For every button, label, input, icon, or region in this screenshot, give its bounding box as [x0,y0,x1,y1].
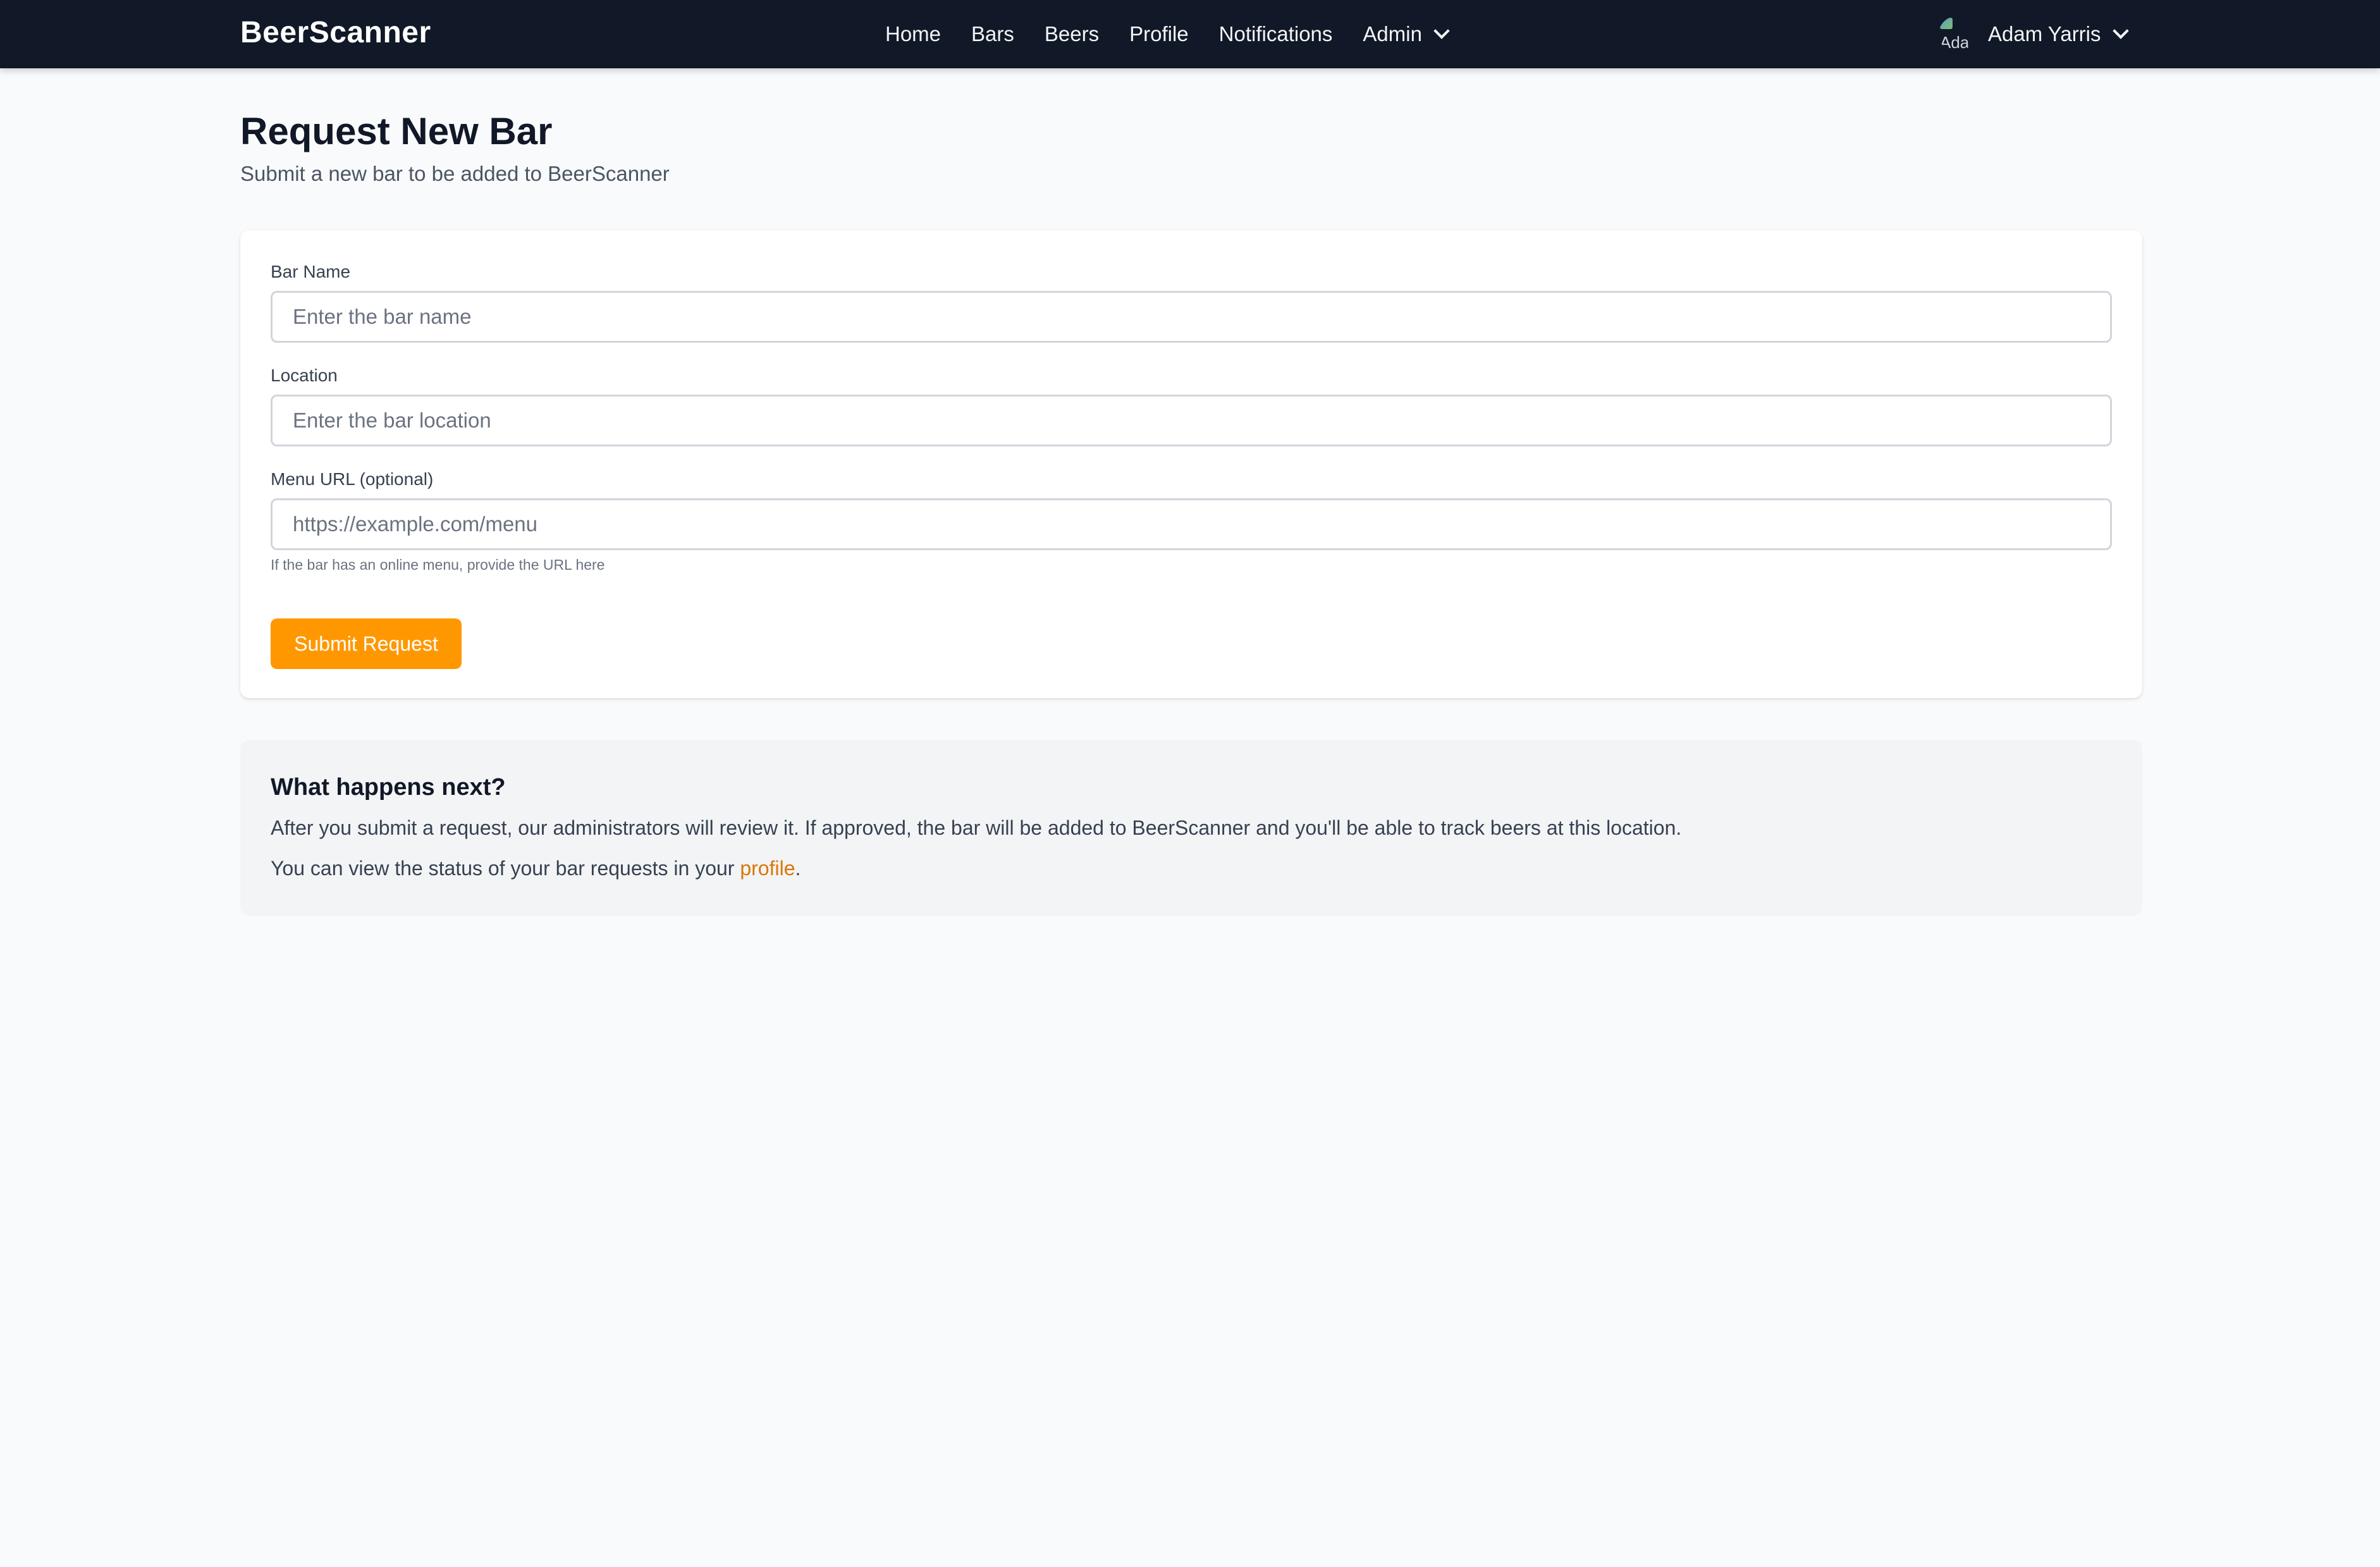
user-menu[interactable]: Ada Adam Yarris [1939,0,2129,68]
nav-admin-dropdown[interactable]: Admin [1363,0,1450,68]
info-paragraph-status: You can view the status of your bar requ… [271,855,800,882]
menu-url-help-text: If the bar has an online menu, provide t… [271,556,605,573]
nav-link-home[interactable]: Home [885,0,941,68]
info-title: What happens next? [271,774,506,801]
main-nav: Home Bars Beers Profile Notifications Ad… [885,0,1450,68]
what-happens-next-panel: What happens next? After you submit a re… [240,740,2142,916]
page-title: Request New Bar [240,110,553,152]
avatar: Ada [1939,16,1974,52]
info-status-period: . [795,857,801,880]
broken-image-icon [1940,18,1953,29]
top-navbar: BeerScanner Home Bars Beers Profile Noti… [0,0,2380,68]
location-label: Location [271,366,338,385]
request-bar-form: Bar Name Location Menu URL (optional) If… [240,230,2142,698]
menu-url-label: Menu URL (optional) [271,469,434,489]
nav-link-profile[interactable]: Profile [1129,0,1189,68]
avatar-alt-text: Ada [1940,33,1970,52]
nav-link-notifications[interactable]: Notifications [1219,0,1333,68]
bar-name-input[interactable] [271,291,2112,343]
nav-admin-label: Admin [1363,22,1422,46]
submit-request-button[interactable]: Submit Request [271,618,462,669]
user-name: Adam Yarris [1988,22,2101,46]
info-status-text: You can view the status of your bar requ… [271,857,740,880]
menu-url-input[interactable] [271,498,2112,550]
nav-link-bars[interactable]: Bars [971,0,1014,68]
brand-logo[interactable]: BeerScanner [240,14,431,52]
info-paragraph-review: After you submit a request, our administ… [271,816,1682,839]
page-subtitle: Submit a new bar to be added to BeerScan… [240,162,670,185]
bar-name-label: Bar Name [271,262,351,281]
chevron-down-icon [2112,23,2129,39]
profile-link[interactable]: profile [740,857,795,880]
location-input[interactable] [271,395,2112,446]
chevron-down-icon [1433,23,1450,39]
nav-link-beers[interactable]: Beers [1045,0,1099,68]
